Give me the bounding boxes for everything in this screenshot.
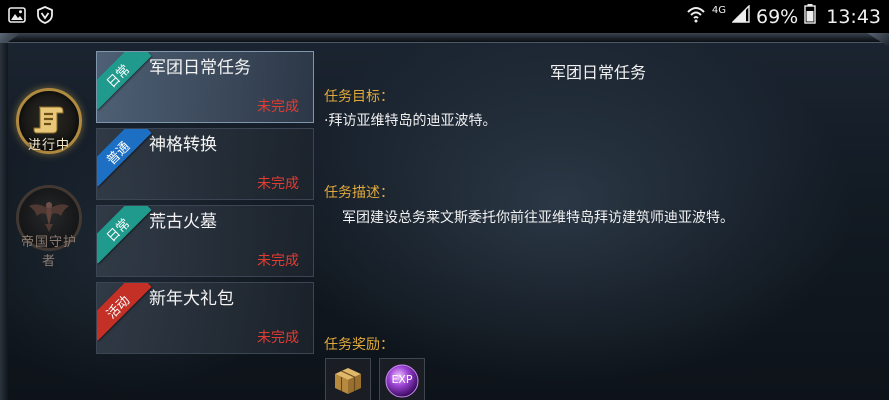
window-side-frame — [0, 43, 8, 400]
emblem-in-progress-label: 进行中 — [27, 138, 70, 153]
quest-name: 荒古火墓 — [149, 212, 217, 232]
emblem-empire-guardian-label: 帝国守护者 — [20, 235, 77, 269]
quest-status: 未完成 — [257, 330, 299, 346]
clock: 13:43 — [826, 5, 881, 28]
description-heading: 任务描述： — [324, 185, 394, 201]
quest-tag-badge: 普通 — [97, 129, 152, 187]
quest-name: 新年大礼包 — [149, 289, 234, 309]
exp-orb-icon: EXP — [383, 362, 421, 400]
quest-list: 日常 军团日常任务 未完成 普通 神格转换 未完成 日常 荒古火墓 未完成 活动… — [96, 51, 314, 359]
quest-item-ancient-fire-tomb[interactable]: 日常 荒古火墓 未完成 — [96, 205, 314, 277]
quest-detail-panel: 军团日常任务 任务目标： ·拜访亚维特岛的迪亚波特。 任务描述： 军团建设总务莱… — [318, 45, 878, 400]
image-icon — [8, 6, 26, 27]
reward-heading: 任务奖励： — [324, 337, 394, 353]
quest-window: 进行中 帝国守护者 日常 军团日常任务 未完成 普通 神格转换 未完成 日常 荒… — [0, 33, 889, 400]
goal-text: ·拜访亚维特岛的迪亚波特。 — [324, 113, 497, 129]
quest-detail-title: 军团日常任务 — [549, 63, 646, 82]
quest-status: 未完成 — [257, 253, 299, 269]
shield-app-icon — [36, 5, 54, 28]
quest-tag-badge: 日常 — [97, 206, 152, 264]
wifi-icon — [686, 5, 706, 28]
goal-heading: 任务目标： — [324, 89, 394, 105]
reward-slot-exp[interactable]: EXP — [379, 358, 425, 400]
status-bar: 4G 69% 13:43 — [0, 0, 889, 33]
quest-status: 未完成 — [257, 99, 299, 115]
window-top-frame — [0, 33, 889, 43]
quest-tag-badge: 活动 — [97, 283, 152, 341]
description-text: 军团建设总务莱文斯委托你前往亚维特岛拜访建筑师迪亚波特。 — [342, 210, 734, 226]
battery-icon — [804, 4, 816, 29]
quest-name: 神格转换 — [149, 135, 217, 155]
status-bar-right: 4G 69% 13:43 — [686, 4, 881, 29]
exp-label: EXP — [391, 373, 413, 386]
network-type: 4G — [711, 5, 726, 16]
status-bar-left — [8, 5, 54, 28]
quest-item-divinity-conversion[interactable]: 普通 神格转换 未完成 — [96, 128, 314, 200]
signal-icon — [731, 4, 750, 28]
quest-tag-badge: 日常 — [97, 52, 152, 110]
battery-percent: 69% — [756, 5, 799, 28]
quest-name: 军团日常任务 — [149, 58, 251, 78]
quest-status: 未完成 — [257, 176, 299, 192]
treasure-crate-icon — [329, 360, 367, 400]
quest-item-new-year-gift[interactable]: 活动 新年大礼包 未完成 — [96, 282, 314, 354]
reward-slot-crate[interactable] — [325, 358, 371, 400]
quest-item-legion-daily[interactable]: 日常 军团日常任务 未完成 — [96, 51, 314, 123]
